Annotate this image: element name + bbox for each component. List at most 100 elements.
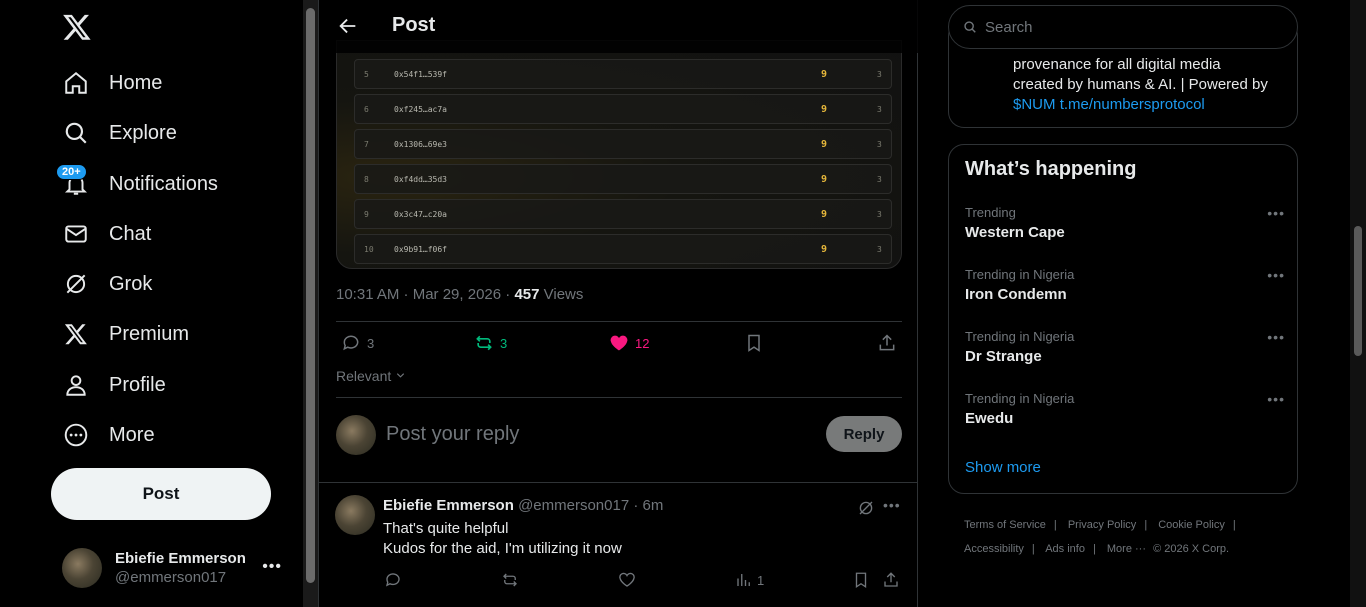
- post-timestamp[interactable]: 10:31 AM · Mar 29, 2026 ·: [336, 286, 514, 303]
- trend-item[interactable]: Trending Western Cape •••: [965, 205, 1285, 241]
- reply-text: That's quite helpful Kudos for the aid, …: [383, 519, 622, 559]
- reply-header: Ebiefie Emmerson @emmerson017 · 6m: [383, 497, 663, 514]
- count: 3: [877, 210, 882, 219]
- x-logo-icon: [62, 320, 90, 348]
- avatar[interactable]: [335, 495, 375, 535]
- share-action[interactable]: [877, 333, 897, 353]
- search-input[interactable]: [985, 18, 1285, 36]
- reply-text-line: Kudos for the aid, I'm utilizing it now: [383, 540, 622, 557]
- nav-premium[interactable]: Premium: [62, 314, 189, 354]
- nav-home[interactable]: Home: [62, 63, 162, 103]
- count: 3: [877, 70, 882, 79]
- more-dots-icon[interactable]: •••: [1267, 329, 1285, 345]
- trend-item[interactable]: Trending in Nigeria Iron Condemn •••: [965, 267, 1285, 303]
- account-name: Ebiefie Emmerson: [115, 550, 246, 567]
- footer-link[interactable]: Cookie Policy: [1158, 519, 1225, 531]
- nav-more[interactable]: More: [62, 415, 155, 455]
- like-action[interactable]: 12: [609, 333, 649, 353]
- more-dots-icon[interactable]: •••: [1267, 205, 1285, 221]
- reply-author-name[interactable]: Ebiefie Emmerson: [383, 497, 514, 514]
- main-column: 5 0x54f1…539f 9 3 6 0xf245…ac7a 9 3 7 0x…: [318, 0, 918, 607]
- nav-explore-label: Explore: [109, 121, 177, 144]
- trend-item[interactable]: Trending in Nigeria Dr Strange •••: [965, 329, 1285, 365]
- trend-context: Trending in Nigeria: [965, 267, 1075, 282]
- reply-tweet[interactable]: Ebiefie Emmerson @emmerson017 · 6m ••• T…: [319, 482, 918, 607]
- bookmark-action[interactable]: [744, 333, 764, 353]
- score: 9: [821, 69, 828, 80]
- left-sidebar: Home Explore 20+ Notifications Chat Grok…: [0, 0, 303, 607]
- notification-badge: 20+: [56, 164, 87, 180]
- account-switcher[interactable]: Ebiefie Emmerson @emmerson017 •••: [62, 546, 292, 590]
- divider: [336, 397, 902, 398]
- leaderboard-row: 8 0xf4dd…35d3 9 3: [354, 164, 892, 194]
- page-scrollbar[interactable]: [1350, 0, 1366, 607]
- trend-context: Trending in Nigeria: [965, 391, 1075, 406]
- repost-icon[interactable]: [501, 571, 519, 589]
- show-more-link[interactable]: Show more: [965, 459, 1041, 476]
- nav-grok[interactable]: Grok: [62, 264, 152, 304]
- reply-button[interactable]: Reply: [826, 416, 902, 452]
- leaderboard-row: 7 0x1306…69e3 9 3: [354, 129, 892, 159]
- score: 9: [821, 209, 828, 220]
- sort-label: Relevant: [336, 368, 392, 384]
- nav-notifications[interactable]: 20+ Notifications: [56, 164, 218, 204]
- back-arrow-icon[interactable]: [337, 15, 359, 37]
- heart-icon[interactable]: [618, 571, 636, 589]
- rank: 10: [364, 245, 374, 254]
- post-button[interactable]: Post: [51, 468, 271, 520]
- sort-dropdown[interactable]: Relevant: [336, 368, 406, 384]
- address: 0x1306…69e3: [394, 140, 447, 149]
- more-dots-icon[interactable]: •••: [1267, 267, 1285, 283]
- footer-link[interactable]: Accessibility: [964, 543, 1024, 555]
- views-label: Views: [539, 286, 584, 303]
- footer-link[interactable]: Terms of Service: [964, 519, 1046, 531]
- rank: 6: [364, 105, 369, 114]
- leaderboard-row: 5 0x54f1…539f 9 3: [354, 59, 892, 89]
- trend-item[interactable]: Trending in Nigeria Ewedu •••: [965, 391, 1285, 427]
- post-meta: 10:31 AM · Mar 29, 2026 · 457 Views: [336, 286, 583, 303]
- nav-explore[interactable]: Explore: [62, 113, 177, 153]
- search-bar[interactable]: [948, 5, 1298, 49]
- post-image-leaderboard[interactable]: 5 0x54f1…539f 9 3 6 0xf245…ac7a 9 3 7 0x…: [336, 40, 902, 269]
- scrollbar-thumb[interactable]: [1354, 226, 1362, 356]
- home-icon: [62, 69, 90, 97]
- nav-notifications-label: Notifications: [109, 172, 218, 195]
- analytics-action[interactable]: 1: [735, 571, 764, 589]
- reply-author-handle[interactable]: @emmerson017 · 6m: [518, 497, 663, 514]
- scrollbar-thumb[interactable]: [306, 8, 315, 583]
- reply-text-line: That's quite helpful: [383, 520, 509, 537]
- bio-line: created by humans & AI. | Powered by: [1013, 76, 1268, 93]
- x-logo-icon[interactable]: [62, 12, 92, 42]
- reply-input[interactable]: Post your reply: [386, 423, 519, 446]
- reply-action[interactable]: 3: [341, 333, 374, 353]
- rank: 8: [364, 175, 369, 184]
- rank: 9: [364, 210, 369, 219]
- share-icon[interactable]: [882, 571, 900, 589]
- divider: [336, 321, 902, 322]
- nav-profile[interactable]: Profile: [62, 365, 166, 405]
- footer-link[interactable]: Ads info: [1045, 543, 1085, 555]
- footer-more-link[interactable]: More ···: [1107, 543, 1146, 555]
- repost-action[interactable]: 3: [474, 333, 507, 353]
- bookmark-icon[interactable]: [852, 571, 870, 589]
- nav-grok-label: Grok: [109, 272, 153, 295]
- center-scrollbar[interactable]: [303, 0, 318, 607]
- grok-icon[interactable]: [857, 499, 875, 522]
- footer-link[interactable]: Privacy Policy: [1068, 519, 1136, 531]
- more-circle-icon: [62, 421, 90, 449]
- heart-icon: [610, 335, 628, 351]
- reply-views: 1: [757, 572, 765, 588]
- more-dots-icon[interactable]: •••: [262, 558, 282, 576]
- nav-chat[interactable]: Chat: [62, 214, 151, 254]
- nav-premium-label: Premium: [109, 322, 190, 345]
- telegram-link[interactable]: t.me/numbersprotocol: [1060, 96, 1205, 113]
- trend-context: Trending: [965, 205, 1016, 220]
- score: 9: [821, 174, 828, 185]
- count: 3: [877, 140, 882, 149]
- more-dots-icon[interactable]: •••: [883, 497, 901, 513]
- more-dots-icon[interactable]: •••: [1267, 391, 1285, 407]
- avatar: [62, 548, 102, 588]
- avatar: [336, 415, 376, 455]
- cashtag-link[interactable]: $NUM: [1013, 96, 1056, 113]
- reply-icon[interactable]: [384, 571, 402, 589]
